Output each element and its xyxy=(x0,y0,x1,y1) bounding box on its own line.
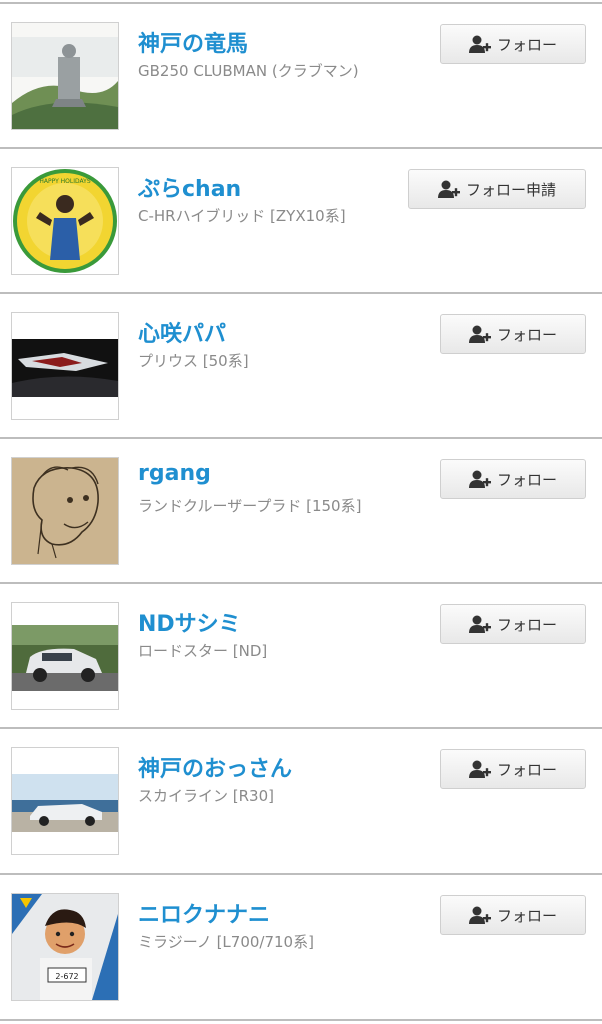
username[interactable]: NDサシミ xyxy=(138,606,241,638)
car-model: プリウス [50系] xyxy=(138,352,249,370)
avatar[interactable] xyxy=(11,602,119,710)
follow-button[interactable]: フォロー xyxy=(440,749,586,789)
avatar[interactable]: 2-672 xyxy=(11,893,119,1001)
username[interactable]: rgang xyxy=(138,461,211,486)
username[interactable]: ニロクナナニ xyxy=(138,897,270,929)
add-user-icon xyxy=(468,469,491,489)
add-user-icon xyxy=(437,179,460,199)
list-item[interactable]: rgang ランドクルーザープラド [150系] フォロー xyxy=(0,439,602,583)
follow-button-label: フォロー xyxy=(496,325,557,344)
car-model: ロードスター [ND] xyxy=(138,642,268,660)
avatar[interactable] xyxy=(11,312,119,420)
username[interactable]: ぷらchan xyxy=(138,171,241,203)
username[interactable]: 心咲パパ xyxy=(138,316,226,348)
follow-request-button[interactable]: フォロー申請 xyxy=(408,169,586,209)
plate-number: 2-672 xyxy=(55,972,78,981)
car-model: GB250 CLUBMAN (クラブマン) xyxy=(138,62,359,80)
list-item[interactable]: 神戸のおっさん スカイライン [R30] フォロー xyxy=(0,729,602,873)
car-model: C-HRハイブリッド [ZYX10系] xyxy=(138,207,346,225)
add-user-icon xyxy=(468,34,491,54)
avatar[interactable] xyxy=(11,22,119,130)
follow-request-button-label: フォロー申請 xyxy=(465,180,556,199)
car-model: ランドクルーザープラド [150系] xyxy=(138,497,362,515)
follow-button[interactable]: フォロー xyxy=(440,895,586,935)
separator xyxy=(0,1019,602,1021)
user-list: 神戸の竜馬 GB250 CLUBMAN (クラブマン) フォロー HAPPY H… xyxy=(0,0,602,1024)
list-item[interactable]: 神戸の竜馬 GB250 CLUBMAN (クラブマン) フォロー xyxy=(0,4,602,148)
follow-button-label: フォロー xyxy=(496,906,557,925)
follow-button[interactable]: フォロー xyxy=(440,459,586,499)
username[interactable]: 神戸の竜馬 xyxy=(138,26,248,58)
car-model: スカイライン [R30] xyxy=(138,787,274,805)
list-item[interactable]: HAPPY HOLIDAYS ぷらchan C-HRハイブリッド [ZYX10系… xyxy=(0,149,602,293)
follow-button-label: フォロー xyxy=(496,615,557,634)
add-user-icon xyxy=(468,614,491,634)
happy-holidays-badge: HAPPY HOLIDAYS xyxy=(39,178,90,185)
car-model: ミラジーノ [L700/710系] xyxy=(138,933,314,951)
add-user-icon xyxy=(468,324,491,344)
list-item[interactable]: 心咲パパ プリウス [50系] フォロー xyxy=(0,294,602,438)
follow-button-label: フォロー xyxy=(496,760,557,779)
avatar[interactable] xyxy=(11,747,119,855)
list-item[interactable]: NDサシミ ロードスター [ND] フォロー xyxy=(0,584,602,728)
follow-button[interactable]: フォロー xyxy=(440,604,586,644)
avatar[interactable]: HAPPY HOLIDAYS xyxy=(11,167,119,275)
follow-button-label: フォロー xyxy=(496,470,557,489)
follow-button-label: フォロー xyxy=(496,35,557,54)
username[interactable]: 神戸のおっさん xyxy=(138,751,292,783)
add-user-icon xyxy=(468,905,491,925)
follow-button[interactable]: フォロー xyxy=(440,314,586,354)
add-user-icon xyxy=(468,759,491,779)
avatar[interactable] xyxy=(11,457,119,565)
follow-button[interactable]: フォロー xyxy=(440,24,586,64)
list-item[interactable]: 2-672 ニロクナナニ ミラジーノ [L700/710系] フォロー xyxy=(0,875,602,1019)
